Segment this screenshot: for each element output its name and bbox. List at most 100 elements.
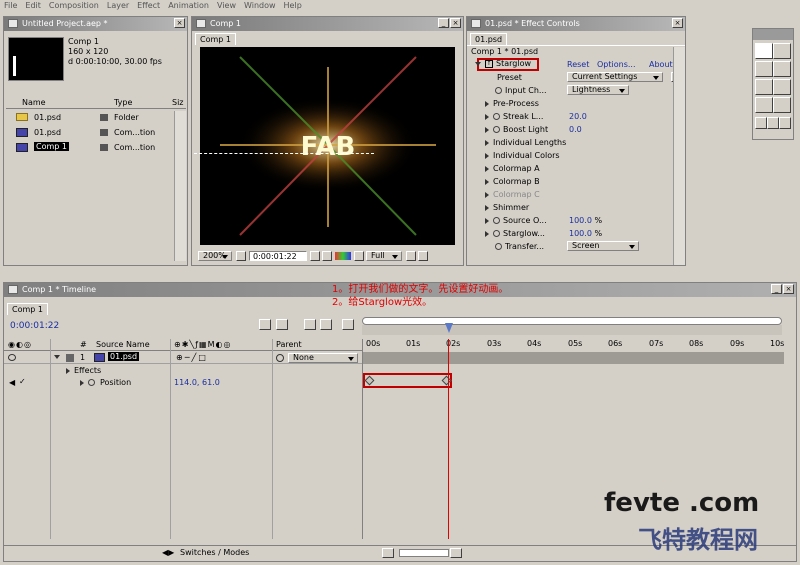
fx-toggle-icon[interactable]: f [485,59,493,68]
comp-tab-label[interactable]: Comp 1 [195,33,236,45]
close-icon[interactable]: × [672,18,683,28]
list-item[interactable]: Comp 1 Com...tion [6,141,172,154]
menu-window[interactable]: Window [240,0,280,13]
expand-icon[interactable] [485,217,489,224]
stopwatch-icon[interactable] [493,230,500,237]
expand-icon[interactable] [485,113,489,120]
colormap-c-group[interactable]: Colormap C [485,190,540,199]
label-swatch[interactable] [66,354,74,362]
colormap-a-group[interactable]: Colormap A [485,164,540,173]
layer-row[interactable]: 1 01.psd ⊕─╱□ None [4,352,362,364]
hand-tool-icon[interactable] [755,97,773,113]
stopwatch-icon[interactable] [493,126,500,133]
comp-flowchart-icon[interactable] [259,319,271,330]
time-ruler[interactable]: 00s 01s 02s 03s 04s 05s 06s 07s 08s 09s … [366,339,786,351]
pen-tool-icon[interactable] [755,61,773,77]
zoom-out-icon[interactable] [382,548,394,558]
track-z-icon[interactable] [779,117,791,129]
stopwatch-icon[interactable] [88,379,95,386]
comp-timecode[interactable]: 0:00:01:22 [249,251,307,261]
expand-icon[interactable] [485,165,489,172]
preset-select[interactable]: Current Settings [567,72,663,82]
menu-edit[interactable]: Edit [21,0,45,13]
effect-header[interactable]: f Starglow [475,59,531,68]
keyframe-nav-icon[interactable]: ◀ [9,378,15,387]
switches-toggle-icon[interactable]: ◀▶ [162,548,174,557]
zoom-slider[interactable] [399,549,449,557]
expand-icon[interactable] [54,355,60,359]
ind-colors-group[interactable]: Individual Colors [485,151,560,160]
rotation-tool-icon[interactable] [773,43,791,59]
keyframe-check-icon[interactable]: ✓ [19,377,26,386]
starglow-value[interactable]: 100.0 [569,229,592,238]
streak-value[interactable]: 20.0 [569,112,587,121]
effects-group[interactable]: Effects [66,366,101,375]
col-type[interactable]: Type [114,98,132,107]
effects-tab[interactable]: 01.psd [470,33,508,45]
fast-preview-icon[interactable] [418,251,428,261]
col-source-name[interactable]: Source Name [96,340,150,349]
stopwatch-icon[interactable] [493,113,500,120]
position-value[interactable]: 114.0, 61.0 [174,378,220,387]
quality-select[interactable]: Full [366,251,402,261]
region-icon[interactable] [354,251,364,261]
motion-blur-icon[interactable] [320,319,332,330]
expand-icon[interactable] [80,380,84,386]
expand-icon[interactable] [485,204,489,211]
channel-icon[interactable] [322,251,332,261]
selection-tool-icon[interactable] [755,43,773,59]
expand-icon[interactable] [485,139,489,146]
about-link[interactable]: About [649,60,673,69]
camera-icon[interactable] [310,251,320,261]
layer-duration-bar[interactable] [362,352,784,364]
menu-view[interactable]: View [213,0,240,13]
menu-file[interactable]: File [0,0,21,13]
timeline-tab-label[interactable]: Comp 1 [7,303,48,315]
list-item[interactable]: 01.psd Folder [6,111,172,124]
input-channel-select[interactable]: Lightness [567,85,629,95]
work-area-bar[interactable] [362,317,782,325]
colormap-b-group[interactable]: Colormap B [485,177,540,186]
col-size[interactable]: Siz [172,98,184,107]
time-navigator[interactable] [362,325,782,335]
minimize-icon[interactable]: _ [771,284,782,294]
pickwhip-icon[interactable] [276,354,284,362]
comp-button-icon[interactable] [276,319,288,330]
close-icon[interactable]: × [174,18,185,28]
menu-help[interactable]: Help [280,0,306,13]
timeline-tab[interactable]: Comp 1 [7,303,48,315]
col-parent[interactable]: Parent [276,340,302,349]
color-channels-icon[interactable] [335,252,351,260]
source-value[interactable]: 100.0 [569,216,592,225]
track-xy-icon[interactable] [767,117,779,129]
expand-icon[interactable] [485,126,489,133]
shimmer-group[interactable]: Shimmer [485,203,529,212]
comp-tab[interactable]: Comp 1 [195,33,236,45]
expand-icon[interactable] [485,152,489,159]
effects-scrollbar[interactable] [673,47,685,265]
effects-tab-label[interactable]: 01.psd [470,33,508,45]
zoom-select[interactable]: 200% [198,251,232,261]
minimize-icon[interactable]: _ [438,18,449,28]
expand-icon[interactable] [475,61,481,66]
ind-lengths-group[interactable]: Individual Lengths [485,138,566,147]
text-tool-icon[interactable] [773,79,791,95]
boost-value[interactable]: 0.0 [569,125,582,134]
switches-modes-button[interactable]: Switches / Modes [180,548,249,557]
zoom-in-icon[interactable] [450,548,462,558]
mask-tool-icon[interactable] [773,61,791,77]
orbit-camera-icon[interactable] [755,117,767,129]
options-link[interactable]: Options... [597,60,636,69]
close-icon[interactable]: × [783,284,794,294]
expand-icon[interactable] [485,191,489,198]
list-item[interactable]: 01.psd Com...tion [6,126,172,139]
expand-icon[interactable] [485,178,489,185]
project-scrollbar[interactable] [174,111,186,261]
parent-select[interactable]: None [288,353,358,363]
menu-layer[interactable]: Layer [103,0,133,13]
expand-icon[interactable] [66,367,70,374]
expand-icon[interactable] [485,230,489,237]
col-name[interactable]: Name [22,98,46,107]
menu-composition[interactable]: Composition [45,0,103,13]
layer-name[interactable]: 01.psd [108,352,140,361]
